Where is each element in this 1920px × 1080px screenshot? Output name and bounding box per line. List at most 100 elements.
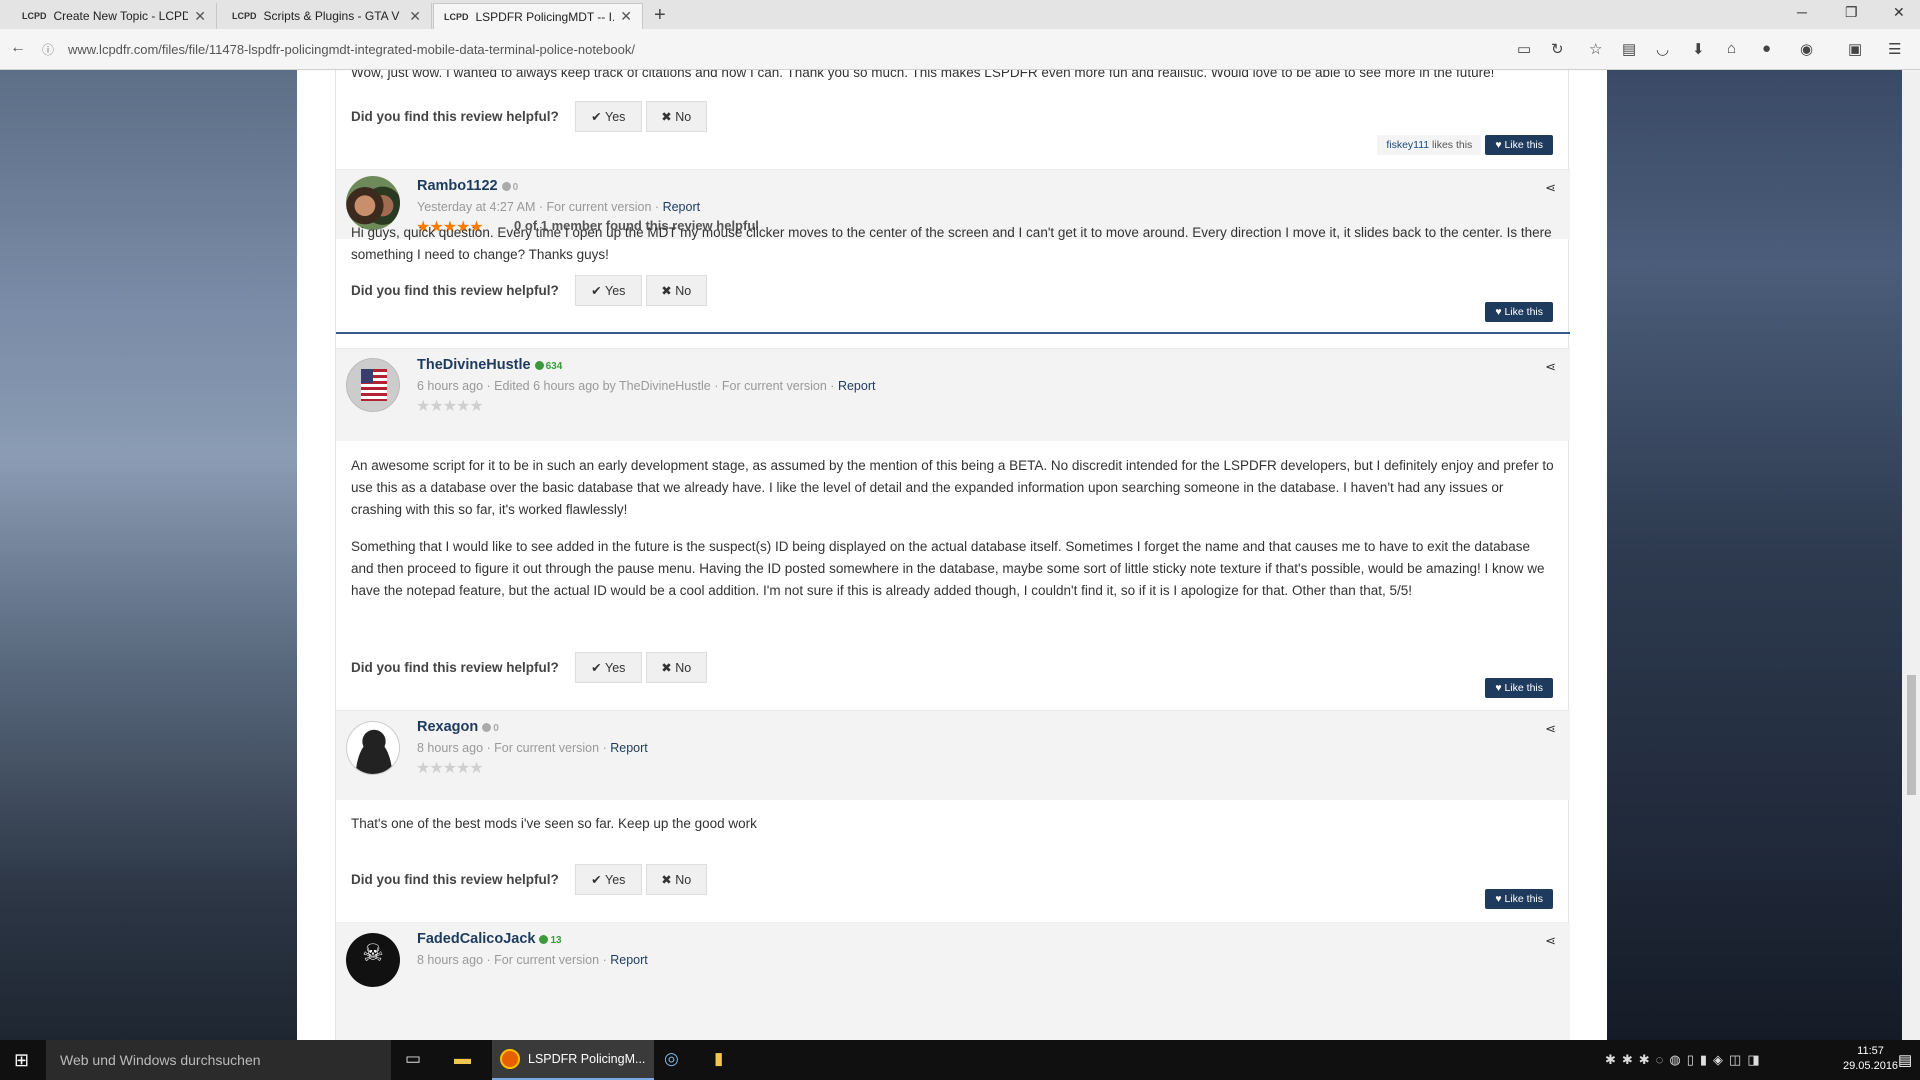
taskbar-firefox-button[interactable]: LSPDFR PolicingM... [492, 1040, 654, 1080]
meta-separator: · [830, 379, 835, 393]
taskbar-firefox-label: LSPDFR PolicingM... [528, 1052, 646, 1066]
flag-icon [361, 369, 387, 401]
yes-label: Yes [605, 283, 626, 298]
share-icon[interactable]: ⋖ [1545, 180, 1556, 196]
pocket-icon[interactable]: ◡ [1656, 40, 1669, 58]
browser-tab-bar: LCPD Create New Topic - LCPD... ✕ LCPD S… [0, 0, 1920, 29]
restore-window-icon[interactable]: ❐ [1845, 4, 1858, 21]
tab-lspdfr-policingmdt[interactable]: LCPD LSPDFR PolicingMDT -- I... ✕ [433, 3, 643, 29]
scrollbar-thumb[interactable] [1907, 675, 1916, 795]
like-label: Like this [1504, 893, 1543, 905]
no-label: No [675, 872, 692, 887]
home-icon[interactable]: ⌂ [1727, 40, 1736, 57]
reputation-plus-icon [534, 361, 544, 370]
like-button[interactable]: ♥ Like this [1485, 135, 1553, 155]
bookmark-star-icon[interactable]: ☆ [1589, 40, 1602, 58]
background-image-right [1607, 70, 1902, 1040]
no-button[interactable]: ✖ No [645, 275, 707, 306]
windows-taskbar: ⊞ Web und Windows durchsuchen ▭ ▬ LSPDFR… [0, 1040, 1920, 1080]
back-arrow-icon[interactable]: ← [10, 39, 26, 57]
like-label: Like this [1504, 139, 1543, 151]
share-icon[interactable]: ⋖ [1545, 359, 1556, 375]
no-button[interactable]: ✖ No [645, 652, 707, 683]
avatar[interactable] [346, 721, 400, 775]
helpful-question: Did you find this review helpful? [351, 283, 559, 298]
windows-start-icon[interactable]: ⊞ [14, 1050, 29, 1071]
like-button[interactable]: ♥ Like this [1485, 678, 1553, 698]
default-user-icon [347, 722, 399, 774]
liker-link[interactable]: fiskey111 [1386, 139, 1429, 151]
username-line: Rexagon 0 [417, 719, 499, 735]
like-button[interactable]: ♥ Like this [1485, 889, 1553, 909]
browser-nav-bar: ← ⓘ www.lcpdfr.com/files/file/11478-lspd… [0, 29, 1920, 70]
reputation-count: 0 [512, 182, 519, 193]
yes-button[interactable]: ✔ Yes [574, 101, 642, 132]
close-tab-icon[interactable]: ✕ [409, 8, 421, 25]
reputation-badge: 13 [539, 935, 562, 946]
tab-title: Create New Topic - LCPD... [53, 9, 189, 23]
review-time: Yesterday at 4:27 AM [417, 200, 536, 214]
share-icon[interactable]: ⋖ [1545, 933, 1556, 949]
yes-button[interactable]: ✔ Yes [574, 652, 642, 683]
helpful-question: Did you find this review helpful? [351, 660, 559, 675]
avatar[interactable]: ☠ [346, 933, 400, 987]
username-link[interactable]: TheDivineHustle [417, 357, 531, 373]
report-link[interactable]: Report [610, 741, 648, 755]
lcpdfr-favicon-icon: LCPD [444, 11, 469, 22]
jolly-roger-icon: ☠ [362, 940, 384, 967]
close-window-icon[interactable]: ✕ [1893, 4, 1905, 21]
clipboard-icon[interactable]: ▤ [1622, 40, 1636, 58]
lcpdfr-favicon-icon: LCPD [232, 11, 257, 21]
reload-icon[interactable]: ↻ [1551, 40, 1564, 58]
download-icon[interactable]: ⬇ [1692, 40, 1705, 58]
extension2-icon[interactable]: ▣ [1848, 40, 1862, 58]
review-time: 6 hours ago [417, 379, 484, 393]
reviews-column: Wow, just wow. I wanted to always keep t… [335, 70, 1570, 1040]
like-button[interactable]: ♥ Like this [1485, 302, 1553, 322]
url-bar[interactable]: www.lcpdfr.com/files/file/11478-lspdfr-p… [68, 42, 635, 57]
username-link[interactable]: Rambo1122 [417, 178, 498, 194]
username-link[interactable]: FadedCalicoJack [417, 931, 535, 947]
review-meta: Yesterday at 4:27 AM · For current versi… [417, 200, 700, 214]
notepad-icon[interactable]: ▮ [714, 1049, 723, 1069]
review-text: An awesome script for it to be in such a… [351, 458, 1554, 517]
report-link[interactable]: Report [610, 953, 648, 967]
x-icon: ✖ [661, 284, 676, 298]
site-info-icon[interactable]: ⓘ [42, 41, 54, 58]
new-tab-button[interactable]: + [654, 4, 666, 27]
system-tray-icons[interactable]: ✱✱✱◌◍▯▮◈◫◨ [1605, 1052, 1766, 1068]
minimize-window-icon[interactable]: ─ [1797, 4, 1807, 20]
close-tab-icon[interactable]: ✕ [194, 8, 206, 25]
reputation-count: 0 [493, 723, 499, 734]
file-explorer-icon[interactable]: ▬ [454, 1049, 471, 1069]
taskbar-search-input[interactable]: Web und Windows durchsuchen [46, 1040, 391, 1080]
taskbar-clock[interactable]: 11:57 29.05.2016 [1843, 1044, 1898, 1074]
tab-scripts-plugins[interactable]: LCPD Scripts & Plugins - GTA V ... ✕ [222, 3, 432, 29]
notification-center-icon[interactable]: ▤ [1898, 1051, 1912, 1069]
tab-create-new-topic[interactable]: LCPD Create New Topic - LCPD... ✕ [12, 3, 217, 29]
review-meta: 8 hours ago · For current version · Repo… [417, 741, 648, 755]
task-view-icon[interactable]: ▭ [405, 1049, 421, 1069]
report-link[interactable]: Report [663, 200, 701, 214]
close-tab-icon[interactable]: ✕ [620, 8, 632, 25]
page-scrollbar[interactable] [1902, 70, 1920, 1040]
reputation-badge: 634 [534, 361, 562, 372]
helpful-bar: Did you find this review helpful? ✔ Yes … [351, 101, 711, 132]
steam-icon[interactable]: ◎ [664, 1049, 679, 1069]
helpful-bar: Did you find this review helpful? ✔ Yes … [351, 275, 711, 306]
chat-icon[interactable]: ● [1762, 40, 1771, 57]
review-text: Hi guys, quick question. Every time I op… [351, 225, 1552, 262]
extension-icon[interactable]: ◉ [1800, 40, 1813, 58]
no-button[interactable]: ✖ No [645, 864, 707, 895]
reader-view-icon[interactable]: ▭ [1517, 40, 1531, 58]
yes-button[interactable]: ✔ Yes [574, 275, 642, 306]
avatar[interactable] [346, 358, 400, 412]
menu-icon[interactable]: ☰ [1888, 40, 1901, 58]
share-icon[interactable]: ⋖ [1545, 721, 1556, 737]
yes-button[interactable]: ✔ Yes [574, 864, 642, 895]
no-button[interactable]: ✖ No [645, 101, 707, 132]
helpful-question: Did you find this review helpful? [351, 109, 559, 124]
username-link[interactable]: Rexagon [417, 719, 478, 735]
report-link[interactable]: Report [838, 379, 876, 393]
like-row: ♥ Like this [1485, 678, 1553, 698]
